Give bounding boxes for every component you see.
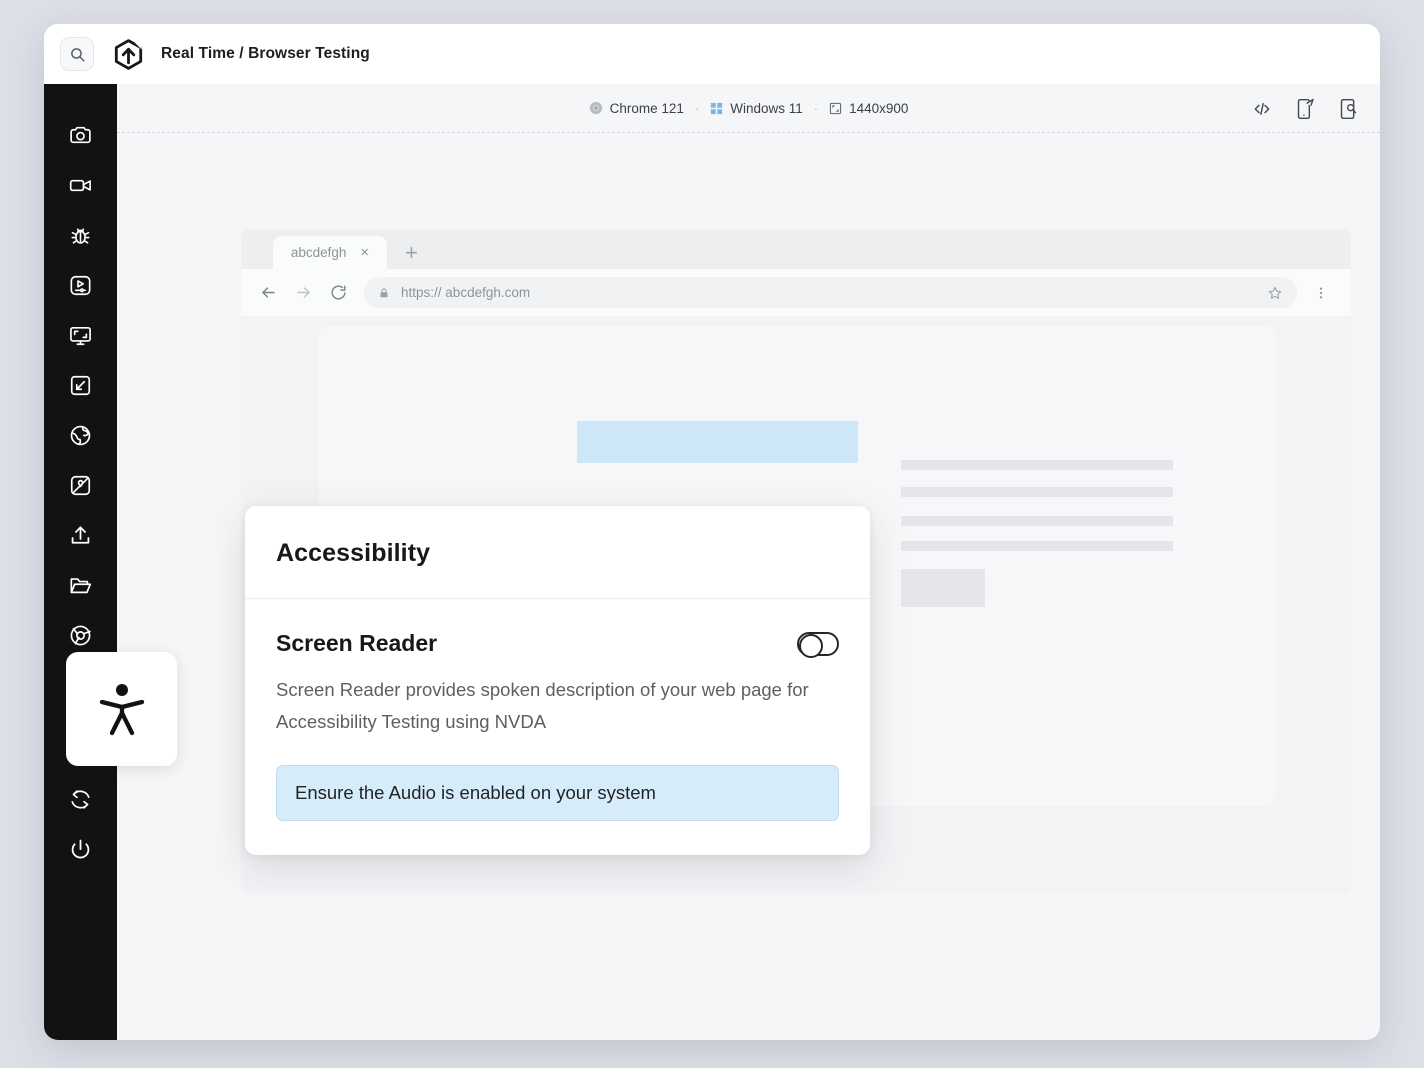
sidebar-item-report-bug[interactable] — [56, 210, 106, 260]
reload-button[interactable] — [329, 283, 348, 302]
screen-icon — [829, 102, 842, 115]
responsive-button[interactable] — [1295, 98, 1315, 120]
new-tab-button[interactable]: + — [405, 242, 418, 264]
playback-icon — [68, 273, 93, 298]
skeleton-line — [901, 541, 1173, 551]
devtools-button[interactable] — [1252, 99, 1272, 119]
page-title: Real Time / Browser Testing — [161, 45, 370, 63]
url-input[interactable]: https:// abcdefgh.com — [364, 277, 1297, 308]
sidebar-item-accessibility[interactable] — [66, 652, 177, 766]
lock-icon — [378, 287, 390, 299]
dialog-title: Accessibility — [276, 539, 839, 568]
browser-urlbar-row: https:// abcdefgh.com — [241, 269, 1351, 316]
sidebar-item-full-screen[interactable] — [56, 360, 106, 410]
inspect-button[interactable] — [1338, 98, 1358, 120]
device-os-label: Windows 11 — [730, 101, 803, 116]
reload-icon — [329, 283, 348, 302]
sidebar-item-upload-file[interactable] — [56, 510, 106, 560]
device-resolution-label: 1440x900 — [849, 101, 908, 116]
back-button[interactable] — [259, 283, 278, 302]
chrome-icon — [589, 101, 603, 115]
brand-logo[interactable] — [112, 38, 145, 71]
image-pin-icon — [68, 473, 93, 498]
session-stage: Chrome 121 · Windows 11 · 1440x900 — [117, 84, 1380, 1040]
screen-reader-toggle[interactable] — [797, 632, 839, 656]
power-icon — [68, 837, 93, 862]
upload-icon — [68, 523, 93, 548]
brand-logo-icon — [112, 38, 145, 71]
kebab-menu-icon — [1313, 285, 1329, 301]
skeleton-block — [901, 569, 985, 607]
dialog-body: Screen Reader Screen Reader provides spo… — [245, 599, 870, 855]
arrow-left-icon — [259, 283, 278, 302]
screen-reader-description: Screen Reader provides spoken descriptio… — [276, 674, 839, 738]
highlighted-block — [577, 421, 858, 463]
device-scan-icon — [1338, 98, 1358, 120]
device-separator-1: · — [695, 101, 699, 116]
monitor-icon — [68, 323, 93, 348]
forward-button[interactable] — [294, 283, 313, 302]
device-send-icon — [1295, 98, 1315, 120]
skeleton-line — [901, 487, 1173, 497]
device-bar-actions — [1252, 84, 1358, 133]
close-icon[interactable]: × — [360, 244, 369, 261]
star-icon — [1267, 285, 1283, 301]
code-icon — [1252, 99, 1272, 119]
sidebar-item-record-video[interactable] — [56, 160, 106, 210]
video-camera-icon — [68, 173, 93, 198]
device-browser: Chrome 121 — [589, 101, 684, 116]
bookmark-button[interactable] — [1267, 285, 1283, 301]
device-browser-label: Chrome 121 — [610, 101, 684, 116]
sidebar-item-resize-viewport[interactable] — [56, 310, 106, 360]
browser-tab[interactable]: abcdefgh × — [273, 236, 387, 269]
browser-menu-button[interactable] — [1313, 285, 1329, 301]
audio-notice: Ensure the Audio is enabled on your syst… — [276, 765, 839, 821]
left-sidebar — [44, 84, 117, 1040]
search-icon — [69, 46, 86, 63]
sidebar-item-screenshot[interactable] — [56, 110, 106, 160]
dialog-header: Accessibility — [245, 506, 870, 599]
device-resolution: 1440x900 — [829, 101, 908, 116]
sidebar-item-local-files[interactable] — [56, 560, 106, 610]
globe-icon — [68, 423, 93, 448]
accessibility-dialog: Accessibility Screen Reader Screen Reade… — [245, 506, 870, 855]
url-text: https:// abcdefgh.com — [401, 285, 1256, 300]
device-os: Windows 11 — [710, 101, 803, 116]
skeleton-line — [901, 516, 1173, 526]
bug-icon — [68, 223, 93, 248]
expand-arrow-icon — [68, 373, 93, 398]
app-header: Real Time / Browser Testing — [44, 24, 1380, 84]
skeleton-line — [901, 460, 1173, 470]
windows-icon — [710, 102, 723, 115]
sidebar-item-geolocation[interactable] — [56, 410, 106, 460]
url-host: abcdefgh.com — [445, 285, 530, 300]
app-window: Real Time / Browser Testing — [44, 24, 1380, 1040]
url-prefix: https:// — [401, 285, 442, 300]
sidebar-item-session-playback[interactable] — [56, 260, 106, 310]
chrome-icon — [68, 623, 93, 648]
accessibility-icon — [96, 679, 148, 739]
folder-icon — [68, 573, 93, 598]
browser-tabstrip: abcdefgh × + — [241, 229, 1351, 269]
browser-tab-label: abcdefgh — [291, 245, 347, 260]
sidebar-item-stop-session[interactable] — [56, 824, 106, 874]
screen-reader-row: Screen Reader — [276, 630, 839, 657]
switch-icon — [68, 787, 93, 812]
sidebar-item-image-injection[interactable] — [56, 460, 106, 510]
camera-icon — [68, 123, 93, 148]
arrow-right-icon — [294, 283, 313, 302]
device-separator-2: · — [814, 101, 818, 116]
search-button[interactable] — [60, 37, 94, 71]
device-info-bar: Chrome 121 · Windows 11 · 1440x900 — [117, 84, 1380, 133]
screen-reader-title: Screen Reader — [276, 630, 437, 657]
sidebar-item-switch-browser[interactable] — [56, 774, 106, 824]
